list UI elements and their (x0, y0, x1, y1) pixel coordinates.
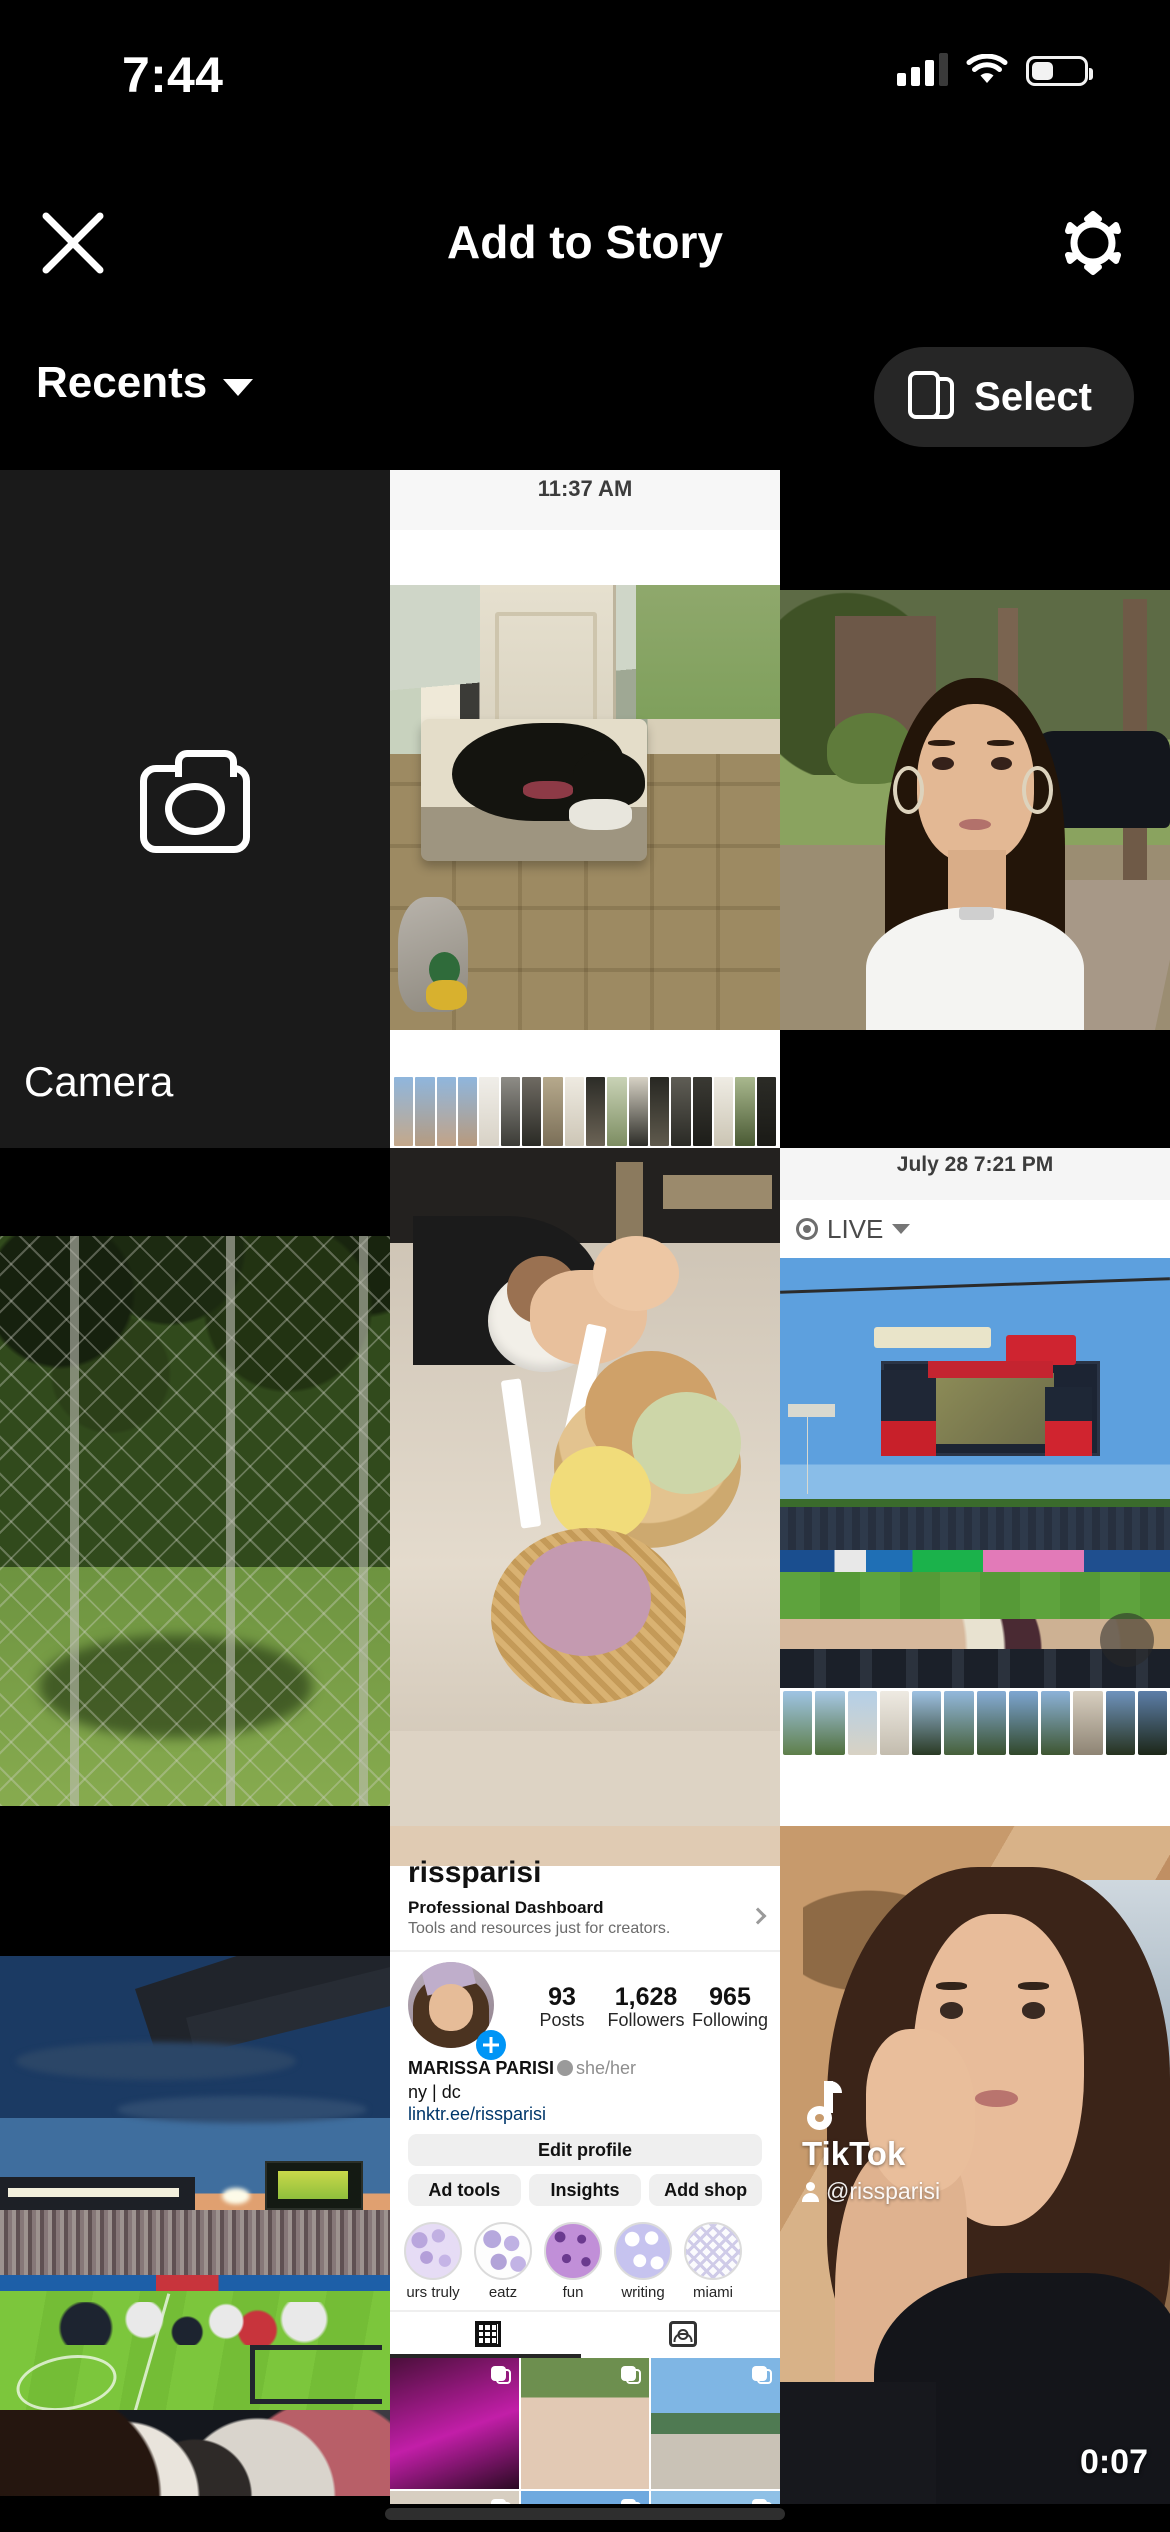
ig-post (651, 2358, 780, 2489)
album-selector[interactable]: Recents (36, 358, 254, 408)
person-icon (802, 2181, 819, 2202)
ig-post (520, 2491, 650, 2504)
grid-icon (474, 2321, 501, 2347)
media-thumbnail[interactable]: July 28 7:21 PM LIVE (780, 1148, 1170, 1826)
select-button-label: Select (974, 374, 1092, 419)
album-label: Recents (36, 358, 208, 407)
add-to-story-screen: 7:44 Add to Story Recents Select Camera … (0, 0, 1170, 2532)
chevron-down-icon (892, 1224, 911, 1234)
video-duration: 0:07 (1079, 2443, 1148, 2481)
ig-display-name-row: MARISSA PARISI she/her (408, 2058, 636, 2079)
carousel-icon (490, 2366, 511, 2386)
media-thumbnail[interactable] (780, 470, 1170, 1148)
tiktok-note-icon (802, 2081, 846, 2131)
media-grid: Camera 11:37 AM July 28 7:21 PM LIVE ris… (0, 470, 1170, 2532)
ig-highlight: writing (614, 2222, 672, 2301)
tiktok-watermark: TikTok @rissparisi (802, 2081, 940, 2205)
ig-tab-tagged (585, 2312, 780, 2356)
photo-ice-cream-image (390, 1148, 780, 1826)
multi-select-cards-icon (908, 371, 955, 423)
live-photo-icon (796, 1218, 818, 1240)
ig-add-shop-button: Add shop (649, 2174, 763, 2206)
ig-highlight: fun (544, 2222, 602, 2301)
carousel-icon (752, 2499, 772, 2504)
verified-badge-icon (557, 2060, 574, 2076)
video-tiktok-image: TikTok @rissparisi 0:07 (780, 1826, 1170, 2504)
ig-dashboard-title: Professional Dashboard (408, 1898, 604, 1917)
ig-edit-profile-button: Edit profile (408, 2134, 762, 2166)
status-bar: 7:44 (0, 0, 1170, 150)
live-badge-label: LIVE (827, 1213, 884, 1244)
media-thumbnail[interactable]: TikTok @rissparisi 0:07 (780, 1826, 1170, 2504)
home-indicator (385, 2508, 785, 2520)
ig-bio: ny | dc (408, 2082, 461, 2102)
ig-highlight: urs truly (404, 2222, 462, 2301)
camera-tile[interactable]: Camera (0, 470, 390, 1148)
photo-fence-trees-image (0, 1236, 390, 1806)
ig-post (390, 2358, 519, 2489)
ig-action-buttons: Ad tools Insights Add shop (408, 2174, 763, 2206)
ig-dashboard-subtitle: Tools and resources just for creators. (408, 1920, 671, 1937)
select-button[interactable]: Select (874, 347, 1134, 447)
chevron-right-icon (749, 1907, 767, 1925)
carousel-icon (621, 2366, 642, 2386)
carousel-icon (752, 2366, 772, 2386)
status-bar-indicators (897, 52, 1093, 86)
ig-post (520, 2358, 650, 2489)
photo-selfie-sidewalk-image (780, 590, 1170, 1030)
header: Add to Story (0, 180, 1170, 300)
status-bar-clock: 7:44 (122, 47, 224, 103)
gear-icon[interactable] (1056, 206, 1130, 280)
cellular-signal-icon (897, 52, 948, 86)
ig-insights-button: Insights (528, 2174, 642, 2206)
filmstrip-thumbnails (390, 1075, 780, 1148)
media-thumbnail[interactable]: rissparisi Professional Dashboard Tools … (390, 1826, 780, 2504)
ig-display-name: MARISSA PARISI (408, 2058, 555, 2078)
chevron-down-icon (223, 378, 254, 396)
ig-username: rissparisi (408, 1856, 542, 1889)
photo-soccer-stadium-image (0, 1956, 390, 2496)
carousel-icon (490, 2499, 511, 2504)
page-title: Add to Story (447, 216, 723, 268)
ig-post (390, 2491, 519, 2504)
battery-icon (1026, 56, 1093, 86)
carousel-icon (621, 2499, 642, 2504)
tiktok-handle: @rissparisi (826, 2178, 941, 2204)
media-thumbnail[interactable] (0, 1148, 390, 1826)
ig-highlights-row: urs truly eatz fun writing miami (404, 2222, 780, 2301)
ig-stat-followers: 1,628 Followers (607, 1983, 685, 2031)
ig-post-grid (390, 2358, 780, 2504)
screenshot-timestamp: 11:37 AM (537, 476, 633, 501)
camera-tile-label: Camera (24, 1058, 174, 1105)
album-bar: Recents Select (0, 340, 1170, 460)
media-thumbnail[interactable] (390, 1148, 780, 1826)
ig-stats-row: 93 Posts 1,628 Followers 965 Following (520, 1984, 772, 2031)
ig-highlight: eatz (474, 2222, 532, 2301)
screenshot-dog-image: 11:37 AM (390, 470, 780, 1148)
tagged-person-icon (668, 2321, 697, 2347)
media-thumbnail[interactable] (0, 1826, 390, 2504)
tiktok-watermark-label: TikTok (802, 2135, 906, 2172)
media-thumbnail[interactable]: 11:37 AM (390, 470, 780, 1148)
ig-stat-posts: 93 Posts (539, 1983, 585, 2031)
filmstrip-thumbnails (780, 1688, 1170, 1758)
camera-icon (140, 750, 250, 853)
ig-bio-link: linktr.ee/rissparisi (408, 2104, 547, 2124)
screenshot-instagram-profile-image: rissparisi Professional Dashboard Tools … (390, 1826, 780, 2504)
screenshot-nationals-park-image: July 28 7:21 PM LIVE (780, 1148, 1170, 1826)
ig-highlight: miami (684, 2222, 742, 2301)
screenshot-timestamp: July 28 7:21 PM (896, 1153, 1054, 1176)
ig-ad-tools-button: Ad tools (408, 2174, 521, 2206)
ig-tab-grid (390, 2312, 585, 2356)
ig-profile-tabs (390, 2310, 780, 2356)
ig-stat-following: 965 Following (691, 1983, 769, 2031)
wifi-icon (966, 53, 1008, 86)
plus-badge-icon (476, 2030, 506, 2060)
ig-pronouns: she/her (576, 2058, 637, 2078)
ig-post (651, 2491, 780, 2504)
ig-professional-dashboard: Professional Dashboard Tools and resourc… (390, 1894, 780, 1952)
